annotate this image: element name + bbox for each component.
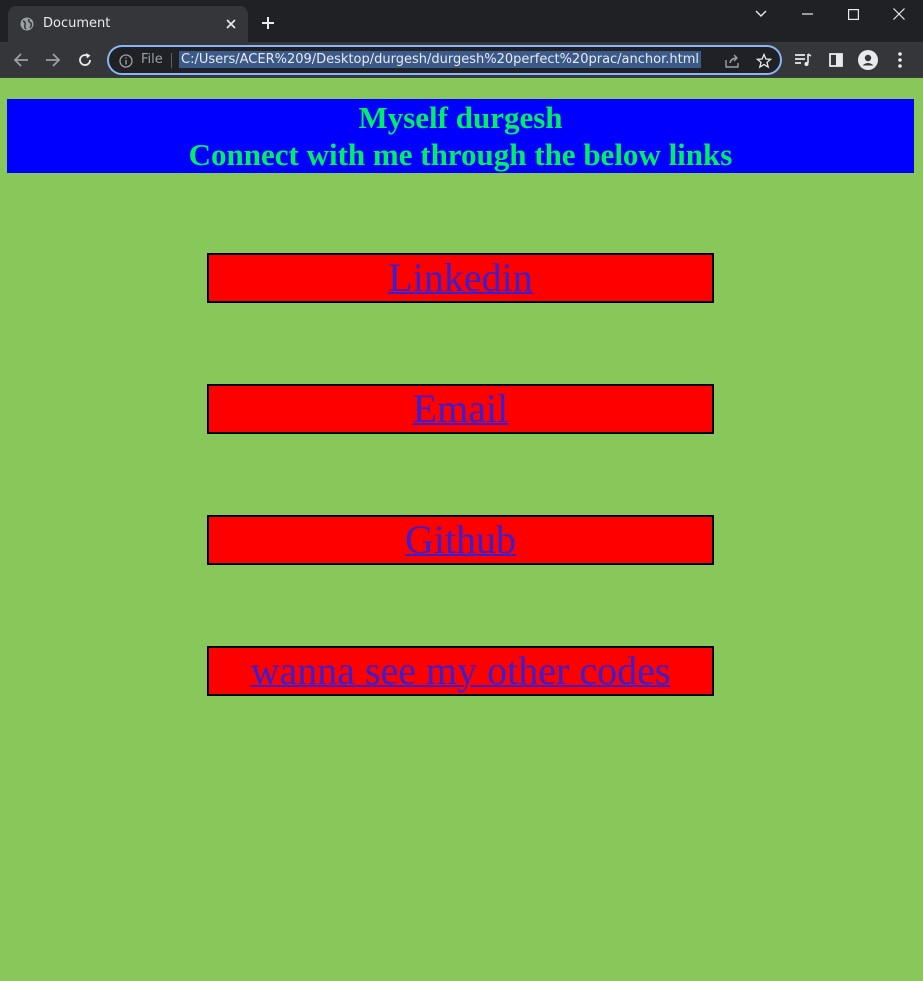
maximize-icon[interactable] xyxy=(830,0,876,28)
reading-list-icon[interactable] xyxy=(793,50,813,70)
file-chip-label: File xyxy=(141,52,163,67)
browser-tab[interactable]: Document xyxy=(8,6,248,42)
forward-arrow-icon[interactable] xyxy=(41,48,65,72)
browser-titlebar: Document xyxy=(0,0,923,42)
more-menu-icon[interactable] xyxy=(890,50,910,70)
minimize-icon[interactable] xyxy=(784,0,830,28)
side-panel-icon[interactable] xyxy=(826,50,846,70)
email-link-box: Email xyxy=(207,384,714,434)
new-tab-icon[interactable] xyxy=(258,13,278,33)
linkedin-link-box: Linkedin xyxy=(207,253,714,303)
tab-search-chevron-icon[interactable] xyxy=(738,0,784,28)
address-bar[interactable]: File C:/Users/ACER%209/Desktop/durgesh/d… xyxy=(107,45,782,75)
back-arrow-icon[interactable] xyxy=(9,48,33,72)
github-link[interactable]: Github xyxy=(405,517,516,562)
github-link-box: Github xyxy=(207,515,714,565)
other-codes-link-box: wanna see my other codes xyxy=(207,646,714,696)
info-icon[interactable] xyxy=(119,54,133,68)
page-heading: Myself durgesh Connect with me through t… xyxy=(7,99,914,173)
reload-icon[interactable] xyxy=(73,48,97,72)
profile-avatar-icon[interactable] xyxy=(858,50,878,70)
email-link[interactable]: Email xyxy=(413,386,509,431)
close-tab-icon[interactable] xyxy=(222,15,240,33)
tab-title: Document xyxy=(43,16,111,31)
linkedin-link[interactable]: Linkedin xyxy=(388,255,532,300)
url-text[interactable]: C:/Users/ACER%209/Desktop/durgesh/durges… xyxy=(179,51,702,68)
share-icon[interactable] xyxy=(723,52,741,70)
chip-divider xyxy=(171,53,172,68)
close-window-icon[interactable] xyxy=(876,0,922,28)
bookmark-star-icon[interactable] xyxy=(755,52,773,70)
heading-line-1: Myself durgesh xyxy=(358,100,563,135)
browser-toolbar: File C:/Users/ACER%209/Desktop/durgesh/d… xyxy=(0,42,923,78)
heading-line-2: Connect with me through the below links xyxy=(188,137,733,172)
globe-icon xyxy=(20,17,34,31)
other-codes-link[interactable]: wanna see my other codes xyxy=(251,648,671,693)
